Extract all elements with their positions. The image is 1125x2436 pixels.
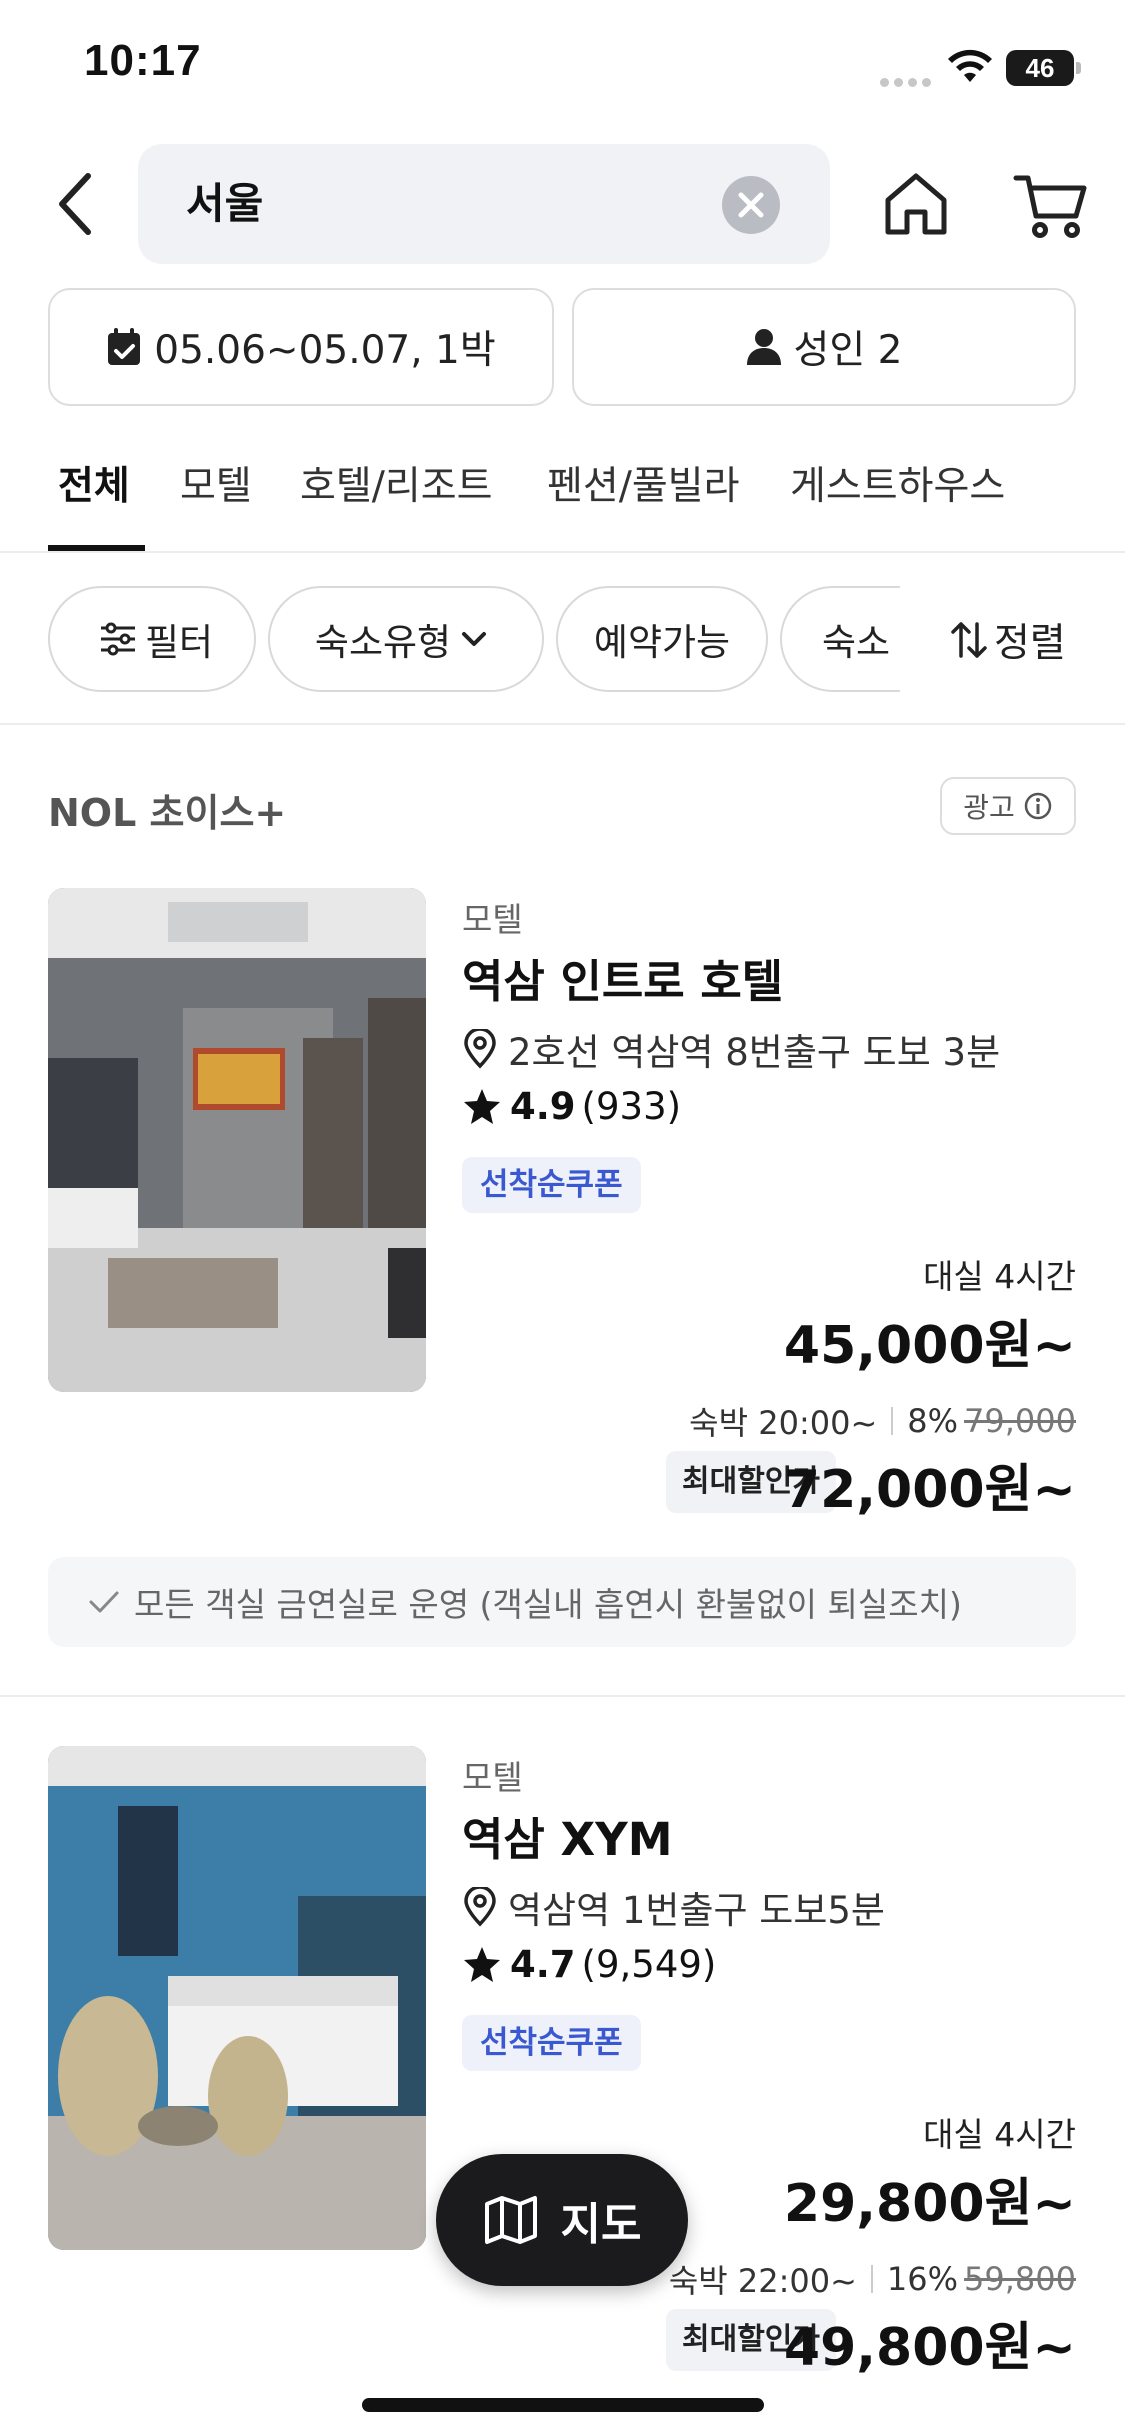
rating-value: 4.9 <box>510 1085 576 1128</box>
listing-location: 역삼역 1번출구 도보5분 <box>462 1880 885 1934</box>
section-title: NOL 초이스+ <box>48 791 287 835</box>
notice-text: 모든 객실 금연실로 운영 (객실내 흡연시 환불없이 퇴실조치) <box>134 1585 962 1624</box>
rent-price: 45,000원~ <box>783 1316 1076 1376</box>
divider <box>0 1695 1125 1697</box>
back-button[interactable] <box>46 166 106 242</box>
battery-tip <box>1076 62 1081 74</box>
original-price: 59,800 <box>964 2260 1076 2298</box>
original-price: 79,000 <box>964 1402 1076 1440</box>
review-count: (9,549) <box>581 1943 717 1986</box>
stay-time: 숙박 22:00~ <box>668 2262 857 2300</box>
location-text: 역삼역 1번출구 도보5분 <box>508 1889 885 1932</box>
cart-icon <box>1013 175 1087 238</box>
map-button[interactable]: 지도 <box>436 2154 688 2286</box>
date-selector[interactable]: 05.06~05.07, 1박 <box>48 288 554 406</box>
stay-time: 숙박 20:00~ <box>689 1404 878 1442</box>
cart-button[interactable] <box>1010 166 1090 242</box>
signal-icon <box>880 72 936 91</box>
sort-label: 정렬 <box>994 621 1066 666</box>
filter-chip-label: 필터 <box>144 621 214 664</box>
listing-rating: 4.9 (933) <box>462 1085 681 1128</box>
search-input[interactable]: 서울 <box>138 144 830 264</box>
listing-rating: 4.7 (9,549) <box>462 1943 716 1986</box>
lodging-type-label: 숙소유형 <box>314 621 452 664</box>
divider <box>0 723 1125 725</box>
rating-value: 4.7 <box>510 1943 576 1986</box>
listing-photo[interactable] <box>48 1746 426 2250</box>
stay-price: 72,000원~ <box>783 1460 1076 1520</box>
location-pin-icon <box>464 1887 496 1927</box>
check-icon <box>89 1591 119 1613</box>
home-indicator[interactable] <box>362 2398 764 2412</box>
search-query[interactable]: 서울 <box>186 144 263 264</box>
guest-selector[interactable]: 성인 2 <box>572 288 1076 406</box>
home-button[interactable] <box>878 166 954 242</box>
location-pin-icon <box>464 1029 496 1069</box>
person-icon <box>746 329 781 365</box>
location-text: 2호선 역삼역 8번출구 도보 3분 <box>508 1031 1001 1074</box>
available-chip[interactable]: 예약가능 <box>556 586 768 692</box>
discount-rate: 16% <box>886 2260 959 2298</box>
tab-all[interactable]: 전체 <box>58 455 130 511</box>
lodging-chip-label: 숙소 <box>822 621 891 664</box>
wifi-icon <box>946 48 994 88</box>
star-icon <box>464 1946 500 1982</box>
tab-motel[interactable]: 모텔 <box>180 455 252 511</box>
lodging-chip-partial[interactable]: 숙소 <box>780 586 900 692</box>
star-icon <box>464 1088 500 1124</box>
info-icon <box>1024 792 1052 820</box>
listing-notice: 모든 객실 금연실로 운영 (객실내 흡연시 환불없이 퇴실조치) <box>48 1557 1076 1647</box>
rent-duration: 대실 4시간 <box>923 1257 1076 1296</box>
tab-hotel-resort[interactable]: 호텔/리조트 <box>300 455 493 511</box>
calendar-icon <box>108 328 141 365</box>
available-chip-label: 예약가능 <box>593 621 731 664</box>
listing-name[interactable]: 역삼 인트로 호텔 <box>462 945 783 1010</box>
clear-search-button[interactable] <box>722 176 780 234</box>
stay-info: 숙박 20:00~ 8% 79,000 <box>689 1398 1076 1444</box>
tab-guesthouse[interactable]: 게스트하우스 <box>790 455 1005 511</box>
chevron-down-icon <box>462 632 487 646</box>
filter-chip[interactable]: 필터 <box>48 586 256 692</box>
listing-photo[interactable] <box>48 888 426 1392</box>
home-icon <box>885 173 947 235</box>
discount-rate: 8% <box>907 1402 959 1440</box>
map-button-label: 지도 <box>560 2199 642 2250</box>
tab-pension-poolvilla[interactable]: 펜션/풀빌라 <box>547 455 740 511</box>
review-count: (933) <box>581 1085 682 1128</box>
battery-icon: 46 <box>1006 50 1074 86</box>
map-icon <box>484 2196 537 2244</box>
filter-chip-bar: 필터 숙소유형 예약가능 숙소 <box>0 580 900 700</box>
sort-button[interactable]: 정렬 <box>950 612 1066 668</box>
listing-category: 모텔 <box>462 1758 523 1797</box>
rent-duration: 대실 4시간 <box>923 2115 1076 2154</box>
status-time: 10:17 <box>84 36 202 85</box>
sliders-icon <box>100 622 135 656</box>
close-icon <box>738 192 764 218</box>
chevron-left-icon <box>59 173 91 235</box>
sort-arrows-icon <box>951 622 987 658</box>
date-range: 05.06~05.07, 1박 <box>154 328 496 373</box>
coupon-badge: 선착순쿠폰 <box>462 2015 641 2071</box>
ad-info-badge[interactable]: 광고 <box>940 777 1076 835</box>
ad-label: 광고 <box>963 791 1015 824</box>
listing-location: 2호선 역삼역 8번출구 도보 3분 <box>462 1022 1000 1076</box>
listing-name[interactable]: 역삼 XYM <box>462 1803 673 1868</box>
listing-category: 모텔 <box>462 900 523 939</box>
guest-count: 성인 2 <box>793 328 903 373</box>
stay-price: 49,800원~ <box>783 2318 1076 2378</box>
coupon-badge: 선착순쿠폰 <box>462 1157 641 1213</box>
stay-info: 숙박 22:00~ 16% 59,800 <box>669 2256 1076 2302</box>
divider <box>0 551 1125 553</box>
lodging-type-chip[interactable]: 숙소유형 <box>268 586 544 692</box>
rent-price: 29,800원~ <box>783 2174 1076 2234</box>
